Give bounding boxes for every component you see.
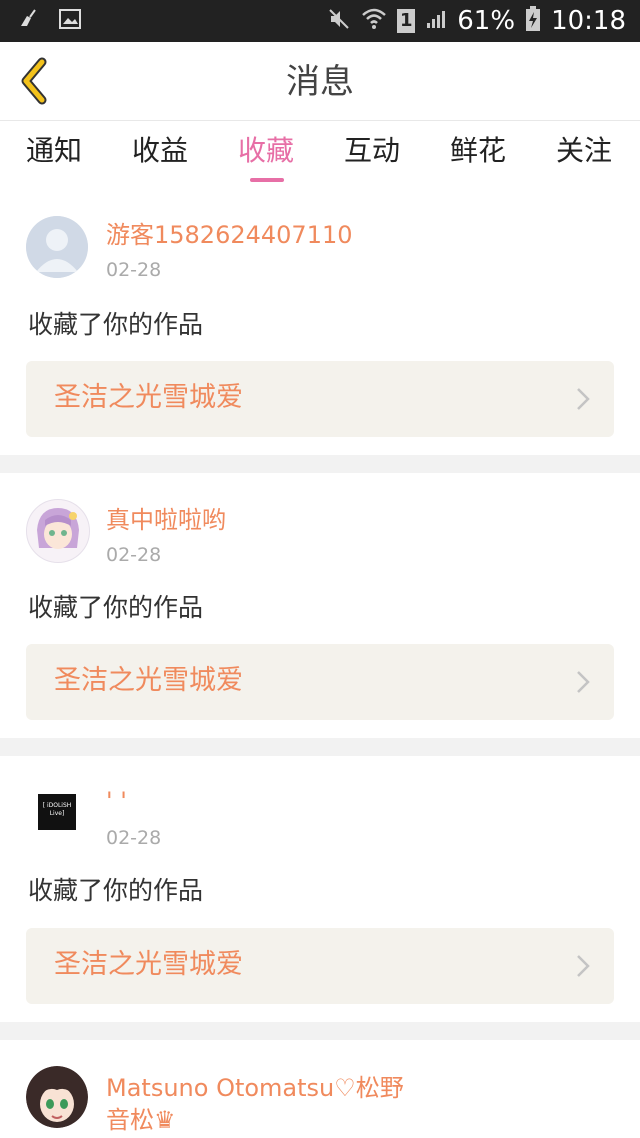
username[interactable]: ' ': [106, 786, 127, 816]
card-divider: [0, 455, 640, 473]
signal-icon: [425, 8, 447, 34]
card-divider: [0, 738, 640, 756]
avatar[interactable]: [26, 499, 90, 563]
chevron-right-icon: [577, 671, 590, 693]
message-card: 游客1582624407110 02-28 收藏了你的作品 圣洁之光雪城爱: [0, 198, 640, 455]
page-title: 消息: [286, 62, 354, 102]
work-link[interactable]: 圣洁之光雪城爱: [26, 928, 614, 1004]
work-link[interactable]: 圣洁之光雪城爱: [26, 644, 614, 720]
message-tabs: 通知 收益 收藏 互动 鲜花 关注: [0, 121, 640, 197]
card-divider: [0, 1022, 640, 1040]
username[interactable]: 游客1582624407110: [106, 220, 353, 250]
work-link[interactable]: 圣洁之光雪城爱: [26, 361, 614, 437]
tab-earnings[interactable]: 收益: [132, 133, 188, 169]
battery-charging-icon: [525, 6, 541, 36]
cleaner-icon: [18, 8, 40, 34]
nav-bar: 消息: [0, 42, 640, 121]
tab-following[interactable]: 关注: [556, 133, 612, 169]
wifi-icon: [361, 7, 387, 35]
status-time: 10:18: [551, 6, 626, 36]
status-bar: 1 61% 10:18: [0, 0, 640, 42]
active-tab-indicator: [250, 178, 284, 182]
idol-live-avatar-icon: [ iDOLiSH Live]: [38, 794, 76, 830]
avatar[interactable]: [26, 1066, 88, 1128]
username[interactable]: Matsuno Otomatsu♡松野音松♛: [106, 1072, 426, 1136]
battery-percent: 61%: [457, 6, 516, 36]
tab-favorites[interactable]: 收藏: [238, 133, 294, 169]
message-date: 02-28: [106, 827, 162, 849]
avatar[interactable]: [26, 216, 88, 278]
image-icon: [58, 8, 82, 34]
message-card: [ iDOLiSH Live] ' ' 02-28 收藏了你的作品 圣洁之光雪城…: [0, 756, 640, 1022]
sim-badge: 1: [397, 9, 416, 33]
anime-boy-avatar-icon: [26, 1066, 88, 1128]
chevron-right-icon: [577, 955, 590, 977]
default-user-avatar-icon: [26, 216, 88, 278]
tab-flowers[interactable]: 鲜花: [450, 133, 506, 169]
work-title: 圣洁之光雪城爱: [54, 382, 243, 413]
anime-girl-avatar-icon: [27, 500, 89, 562]
tab-interactions[interactable]: 互动: [344, 133, 400, 169]
work-title: 圣洁之光雪城爱: [54, 665, 243, 696]
work-title: 圣洁之光雪城爱: [54, 949, 243, 980]
avatar[interactable]: [ iDOLiSH Live]: [26, 782, 88, 844]
mute-icon: [327, 7, 351, 35]
avatar-caption: [ iDOLiSH Live]: [42, 802, 72, 817]
tab-notifications[interactable]: 通知: [26, 133, 82, 169]
username[interactable]: 真中啦啦哟: [106, 505, 226, 535]
message-action: 收藏了你的作品: [28, 876, 204, 905]
message-date: 02-28: [106, 259, 162, 281]
message-card: 真中啦啦哟 02-28 收藏了你的作品 圣洁之光雪城爱: [0, 473, 640, 738]
chevron-right-icon: [577, 388, 590, 410]
message-date: 02-28: [106, 544, 162, 566]
message-action: 收藏了你的作品: [28, 593, 204, 622]
message-action: 收藏了你的作品: [28, 310, 204, 339]
message-card: Matsuno Otomatsu♡松野音松♛: [0, 1040, 640, 1138]
